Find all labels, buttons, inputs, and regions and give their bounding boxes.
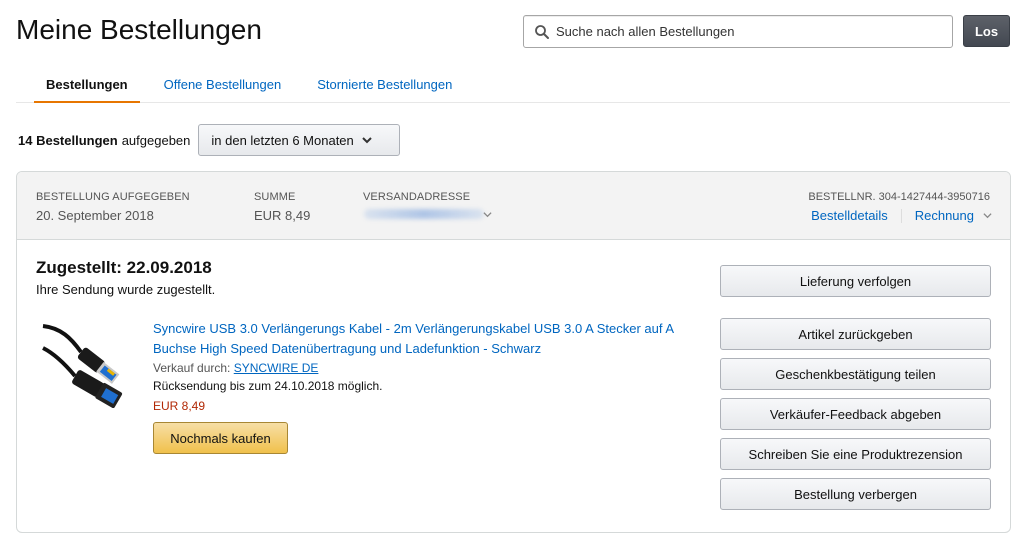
search-button[interactable]: Los: [963, 15, 1010, 47]
delivery-status: Zugestellt: 22.09.2018: [36, 258, 212, 277]
order-header: BESTELLUNG AUFGEGEBEN 20. September 2018…: [17, 172, 1010, 240]
total-label: SUMME: [254, 191, 296, 203]
hide-order-button[interactable]: Bestellung verbergen: [720, 478, 991, 510]
track-package-button[interactable]: Lieferung verfolgen: [720, 265, 991, 297]
order-count-suffix: aufgegeben: [121, 132, 191, 148]
link-divider: [900, 208, 902, 223]
total-value: EUR 8,49: [254, 208, 311, 223]
tab-orders[interactable]: Bestellungen: [34, 72, 140, 103]
product-image[interactable]: [41, 318, 145, 408]
order-details-link[interactable]: Bestelldetails: [811, 208, 888, 223]
buy-again-button[interactable]: Nochmals kaufen: [153, 422, 288, 454]
chevron-down-icon[interactable]: [983, 211, 992, 220]
page-title: Meine Bestellungen: [16, 14, 262, 45]
return-deadline: Rücksendung bis zum 24.10.2018 möglich.: [153, 379, 383, 393]
write-review-button[interactable]: Schreiben Sie eine Produktrezension: [720, 438, 991, 470]
seller-line: Verkauf durch: SYNCWIRE DE: [153, 361, 318, 375]
return-items-button[interactable]: Artikel zurückgeben: [720, 318, 991, 350]
product-title-link[interactable]: Syncwire USB 3.0 Verlängerungs Kabel - 2…: [153, 319, 708, 359]
filter-row: 14 Bestellungen aufgegeben in den letzte…: [18, 124, 401, 156]
order-card: BESTELLUNG AUFGEGEBEN 20. September 2018…: [16, 171, 1011, 533]
share-gift-receipt-button[interactable]: Geschenkbestätigung teilen: [720, 358, 991, 390]
invoice-link[interactable]: Rechnung: [915, 208, 974, 223]
seller-feedback-button[interactable]: Verkäufer-Feedback abgeben: [720, 398, 991, 430]
placed-date: 20. September 2018: [36, 208, 154, 223]
item-price: EUR 8,49: [153, 399, 206, 413]
time-range-dropdown[interactable]: in den letzten 6 Monaten: [198, 124, 401, 156]
chevron-down-icon[interactable]: [483, 210, 492, 219]
search-input[interactable]: [556, 24, 952, 39]
delivery-status-detail: Ihre Sendung wurde zugestellt.: [36, 282, 216, 297]
chevron-down-icon: [362, 137, 372, 144]
seller-link[interactable]: SYNCWIRE DE: [234, 361, 319, 375]
tab-cancelled-orders[interactable]: Stornierte Bestellungen: [305, 72, 464, 103]
order-count: 14 Bestellungen: [18, 132, 118, 148]
search-box[interactable]: [523, 15, 953, 48]
time-range-value: in den letzten 6 Monaten: [211, 132, 354, 148]
shipping-address-redacted[interactable]: [364, 209, 484, 219]
order-number: BESTELLNR. 304-1427444-3950716: [808, 191, 990, 203]
tab-open-orders[interactable]: Offene Bestellungen: [152, 72, 294, 103]
search-icon: [535, 24, 549, 39]
seller-prefix: Verkauf durch:: [153, 361, 231, 375]
order-header-links: Bestelldetails Rechnung: [811, 208, 992, 223]
shipping-label: VERSANDADRESSE: [363, 191, 471, 203]
order-tabs: Bestellungen Offene Bestellungen Stornie…: [16, 72, 1010, 103]
placed-label: BESTELLUNG AUFGEGEBEN: [36, 191, 190, 203]
